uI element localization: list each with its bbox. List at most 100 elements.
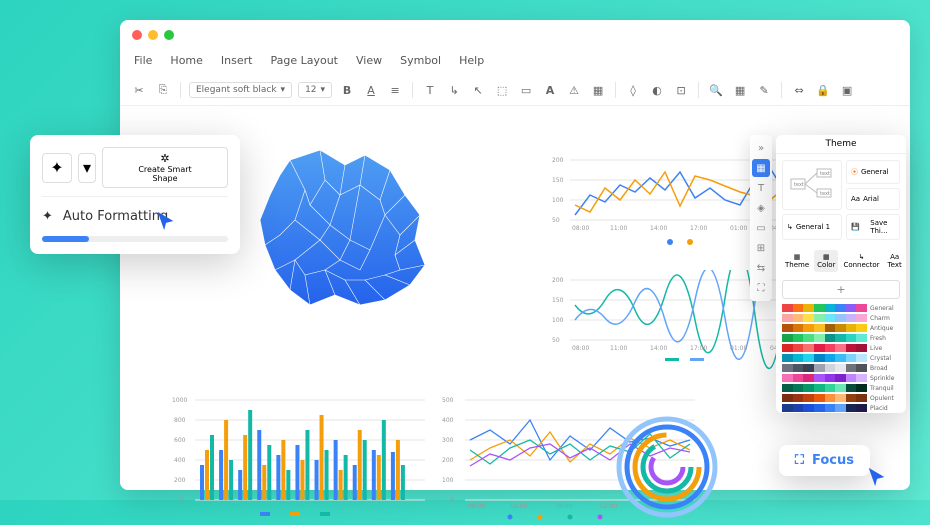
svg-text:0: 0 — [180, 497, 184, 504]
font-color-icon[interactable]: A — [362, 81, 380, 99]
menu-view[interactable]: View — [356, 54, 382, 67]
map-shape[interactable] — [250, 140, 450, 320]
zoom-icon[interactable]: 🔍 — [707, 81, 725, 99]
copy-icon[interactable]: ⎘ — [154, 81, 172, 99]
palette-antique[interactable]: Antique — [776, 323, 906, 333]
theme-preview[interactable]: texttexttext — [782, 160, 842, 210]
font-size-select[interactable]: 12▾ — [298, 82, 332, 98]
menu-insert[interactable]: Insert — [221, 54, 253, 67]
svg-text:08:00: 08:00 — [572, 225, 589, 232]
spark-icon: ✦ — [42, 209, 53, 224]
create-smart-shape-button[interactable]: ✲ Create Smart Shape — [102, 147, 228, 188]
distribute-icon[interactable]: ⇔ — [790, 81, 808, 99]
text-tool-icon[interactable]: T — [752, 179, 770, 197]
cursor-icon — [155, 210, 177, 232]
svg-text:0: 0 — [450, 497, 454, 504]
theme-save[interactable]: 💾Save Thi... — [846, 214, 900, 240]
svg-text:50: 50 — [552, 217, 560, 224]
shape-annotation-icon[interactable]: A — [541, 81, 559, 99]
spark-icon[interactable]: ✦ — [42, 153, 72, 183]
menu-page-layout[interactable]: Page Layout — [270, 54, 338, 67]
minimize-icon[interactable] — [148, 30, 158, 40]
svg-text:150: 150 — [552, 177, 564, 184]
maximize-icon[interactable] — [164, 30, 174, 40]
palette-crystal[interactable]: Crystal — [776, 353, 906, 363]
svg-text:200: 200 — [552, 277, 564, 284]
palette-placid[interactable]: Placid — [776, 403, 906, 413]
svg-text:14:00: 14:00 — [650, 225, 667, 232]
layers-icon[interactable]: ◈ — [752, 199, 770, 217]
lock-icon[interactable]: 🔒 — [814, 81, 832, 99]
grid-tool-icon[interactable]: ▦ — [752, 159, 770, 177]
image-icon[interactable]: ▭ — [517, 81, 535, 99]
svg-text:01:00: 01:00 — [730, 345, 747, 352]
theme-general1[interactable]: ↳General 1 — [782, 214, 842, 240]
add-theme-button[interactable]: + — [782, 280, 900, 299]
svg-text:100: 100 — [442, 477, 454, 484]
svg-text:100: 100 — [552, 197, 564, 204]
svg-text:400: 400 — [442, 417, 454, 424]
expand-icon[interactable]: » — [752, 139, 770, 157]
palette-tranquil[interactable]: Tranquil — [776, 383, 906, 393]
tab-color[interactable]: ▦Color — [814, 250, 838, 272]
pen-icon[interactable]: ✎ — [755, 81, 773, 99]
table-icon[interactable]: ▦ — [589, 81, 607, 99]
svg-text:text: text — [820, 171, 830, 177]
palette-opulent[interactable]: Opulent — [776, 393, 906, 403]
svg-text:200: 200 — [552, 157, 564, 164]
svg-text:100: 100 — [552, 317, 564, 324]
export-icon[interactable]: ▣ — [838, 81, 856, 99]
grid-icon[interactable]: ▦ — [731, 81, 749, 99]
palette-sprinkle[interactable]: Sprinkle — [776, 373, 906, 383]
ring-chart[interactable] — [610, 410, 725, 525]
tab-text[interactable]: AaText — [885, 250, 905, 272]
text-tool-icon[interactable]: T — [421, 81, 439, 99]
palette-broad[interactable]: Broad — [776, 363, 906, 373]
theme-arial[interactable]: AaArial — [846, 188, 900, 210]
svg-text:11:00: 11:00 — [610, 225, 627, 232]
theme-panel: Theme texttexttext ⦿General AaArial ↳Gen… — [776, 135, 906, 413]
dropdown-icon[interactable]: ▾ — [78, 153, 96, 183]
close-icon[interactable] — [132, 30, 142, 40]
bold-icon[interactable]: B — [338, 81, 356, 99]
svg-text:08:00: 08:00 — [572, 345, 589, 352]
bar-chart[interactable]: 10008006004002000 — [170, 390, 430, 520]
svg-text:800: 800 — [174, 417, 186, 424]
svg-text:50: 50 — [552, 337, 560, 344]
warning-icon[interactable]: ⚠ — [565, 81, 583, 99]
theme-general[interactable]: ⦿General — [846, 160, 900, 184]
settings-icon[interactable]: ⊞ — [752, 239, 770, 257]
svg-text:150: 150 — [552, 297, 564, 304]
fill-icon[interactable]: ◊ — [624, 81, 642, 99]
menu-file[interactable]: File — [134, 54, 152, 67]
cut-icon[interactable]: ✂ — [130, 81, 148, 99]
tab-connector[interactable]: ↳Connector — [840, 250, 882, 272]
menu-home[interactable]: Home — [170, 54, 202, 67]
crop-icon[interactable]: ⊡ — [672, 81, 690, 99]
svg-text:01:00: 01:00 — [730, 225, 747, 232]
pointer-icon[interactable]: ↖ — [469, 81, 487, 99]
menu-symbol[interactable]: Symbol — [400, 54, 441, 67]
svg-text:17:00: 17:00 — [690, 345, 707, 352]
menu-help[interactable]: Help — [459, 54, 484, 67]
palette-charm[interactable]: Charm — [776, 313, 906, 323]
svg-text:14:00: 14:00 — [650, 345, 667, 352]
focus-button[interactable]: ⛶ Focus — [779, 445, 870, 476]
layer-icon[interactable]: ⬚ — [493, 81, 511, 99]
page-icon[interactable]: ▭ — [752, 219, 770, 237]
svg-text:400: 400 — [174, 457, 186, 464]
arrange-icon[interactable]: ⇆ — [752, 259, 770, 277]
format-slider[interactable] — [42, 236, 228, 242]
expand-full-icon[interactable]: ⛶ — [752, 279, 770, 297]
align-icon[interactable]: ≡ — [386, 81, 404, 99]
font-select[interactable]: Elegant soft black▾ — [189, 82, 292, 98]
svg-text:11:00: 11:00 — [610, 345, 627, 352]
tab-theme[interactable]: ▦Theme — [782, 250, 812, 272]
window-controls — [120, 20, 910, 50]
theme-icon[interactable]: ◐ — [648, 81, 666, 99]
auto-formatting-button[interactable]: ✦ Auto Formatting — [42, 205, 228, 228]
palette-fresh[interactable]: Fresh — [776, 333, 906, 343]
palette-general[interactable]: General — [776, 303, 906, 313]
palette-live[interactable]: Live — [776, 343, 906, 353]
connector-icon[interactable]: ↳ — [445, 81, 463, 99]
